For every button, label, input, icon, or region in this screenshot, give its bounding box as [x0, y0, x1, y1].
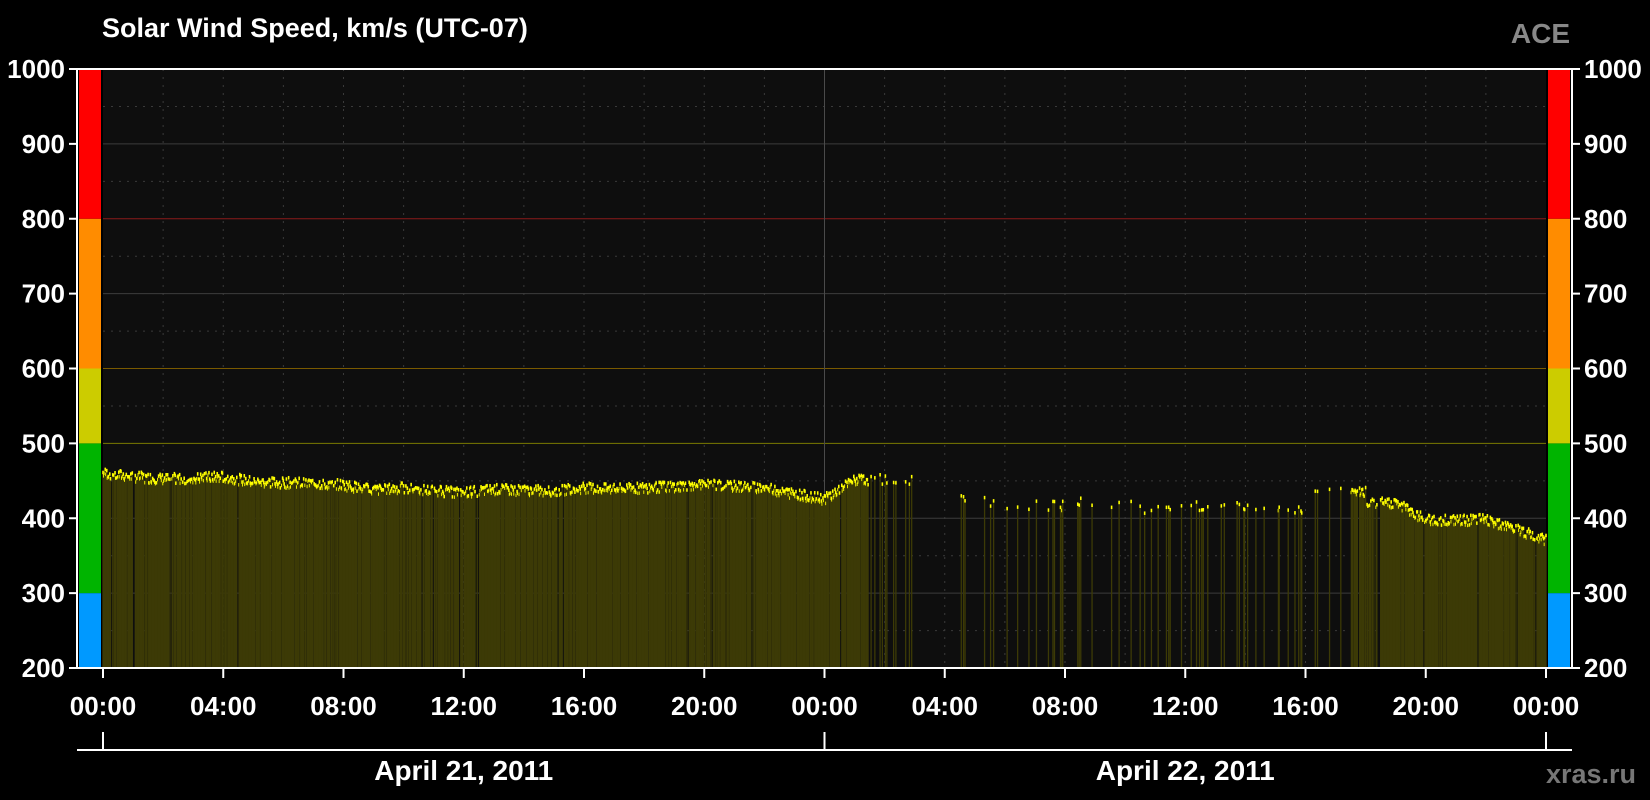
x-tick-label: 00:00	[1513, 691, 1580, 721]
y-tick-label-left: 700	[22, 279, 65, 309]
x-tick-label: 00:00	[791, 691, 858, 721]
y-tick-label-right: 1000	[1584, 54, 1642, 84]
x-tick-label: 04:00	[190, 691, 257, 721]
x-tick-label: 20:00	[1393, 691, 1460, 721]
color-scale-segment	[1548, 218, 1570, 369]
color-scale-segment	[79, 218, 101, 369]
date-label: April 21, 2011	[374, 755, 553, 786]
chart-title: Solar Wind Speed, km/s (UTC-07)	[102, 13, 528, 43]
y-tick-label-right: 700	[1584, 279, 1627, 309]
color-scale-segment	[1548, 69, 1570, 219]
y-tick-label-left: 600	[22, 354, 65, 384]
color-scale-right	[1548, 69, 1570, 668]
y-tick-label-left: 400	[22, 503, 65, 533]
color-scale-segment	[1548, 593, 1570, 668]
color-scale-segment	[1548, 443, 1570, 594]
y-tick-label-right: 800	[1584, 204, 1627, 234]
x-tick-label: 16:00	[551, 691, 618, 721]
y-tick-label-right: 600	[1584, 354, 1627, 384]
y-tick-label-right: 400	[1584, 503, 1627, 533]
x-tick-label: 08:00	[1032, 691, 1099, 721]
y-tick-label-right: 900	[1584, 129, 1627, 159]
data-layer	[102, 467, 1547, 668]
y-tick-label-left: 500	[22, 428, 65, 458]
y-tick-label-right: 500	[1584, 428, 1627, 458]
y-tick-label-left: 200	[22, 653, 65, 683]
y-tick-label-right: 300	[1584, 578, 1627, 608]
x-tick-label: 08:00	[310, 691, 377, 721]
x-tick-label: 12:00	[431, 691, 498, 721]
solar-wind-chart: Solar Wind Speed, km/s (UTC-07) ACE xras…	[7, 13, 1642, 789]
credit-label: xras.ru	[1546, 759, 1636, 789]
color-scale-segment	[79, 593, 101, 668]
color-scale-segment	[79, 368, 101, 444]
color-scale-segment	[79, 69, 101, 219]
y-tick-label-left: 1000	[7, 54, 65, 84]
x-tick-label: 12:00	[1152, 691, 1219, 721]
y-tick-label-left: 300	[22, 578, 65, 608]
y-tick-label-right: 200	[1584, 653, 1627, 683]
y-tick-label-left: 800	[22, 204, 65, 234]
color-scale-segment	[1548, 368, 1570, 444]
x-tick-label: 20:00	[671, 691, 738, 721]
x-tick-label: 04:00	[912, 691, 979, 721]
y-tick-label-left: 900	[22, 129, 65, 159]
color-scale-left	[79, 69, 101, 668]
source-label: ACE	[1511, 18, 1570, 49]
date-label: April 22, 2011	[1096, 755, 1275, 786]
x-tick-label: 00:00	[70, 691, 137, 721]
color-scale-segment	[79, 443, 101, 594]
x-tick-label: 16:00	[1272, 691, 1339, 721]
